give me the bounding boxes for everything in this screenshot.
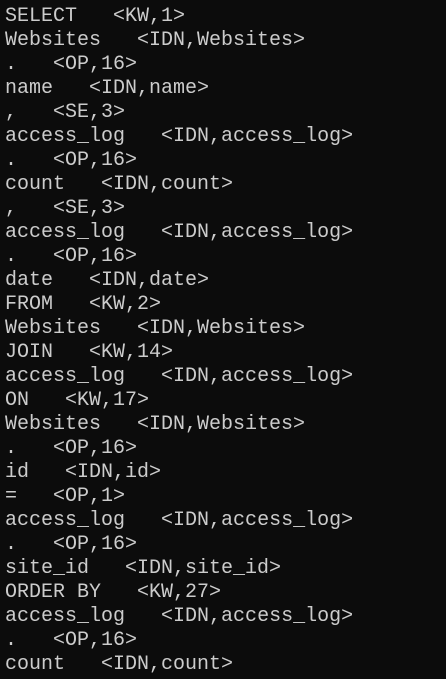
- token-info: <OP,16>: [53, 533, 138, 556]
- token-info: <KW,2>: [89, 293, 162, 316]
- token-text: access_log: [5, 365, 126, 388]
- token-info: <KW,27>: [137, 581, 222, 604]
- token-line: . <OP,16>: [5, 629, 353, 653]
- token-line: . <OP,16>: [5, 437, 353, 461]
- token-info: <IDN,Websites>: [137, 413, 306, 436]
- token-text: .: [5, 629, 18, 652]
- token-text: id: [5, 461, 30, 484]
- token-text: ON: [5, 389, 30, 412]
- token-info: <SE,3>: [53, 101, 126, 124]
- token-info: <SE,3>: [53, 197, 126, 220]
- token-info: <IDN,access_log>: [161, 221, 354, 244]
- token-line: ON <KW,17>: [5, 389, 353, 413]
- token-info: <IDN,site_id>: [125, 557, 282, 580]
- token-info: <IDN,access_log>: [161, 509, 354, 532]
- token-line: FROM <KW,2>: [5, 293, 353, 317]
- token-text: count: [5, 653, 66, 676]
- token-text: .: [5, 533, 18, 556]
- token-text: Websites: [5, 413, 102, 436]
- token-line: . <OP,16>: [5, 53, 353, 77]
- token-line: , <SE,3>: [5, 101, 353, 125]
- token-text: .: [5, 53, 18, 76]
- token-info: <IDN,id>: [65, 461, 162, 484]
- token-text: FROM: [5, 293, 54, 316]
- token-line: . <OP,16>: [5, 245, 353, 269]
- token-info: <IDN,count>: [101, 173, 234, 196]
- token-text: count: [5, 173, 66, 196]
- token-text: SELECT: [5, 5, 78, 28]
- token-line: = <OP,1>: [5, 485, 353, 509]
- token-line: site_id <IDN,site_id>: [5, 557, 353, 581]
- terminal-output: SELECT <KW,1> Websites <IDN,Websites>. <O…: [5, 5, 353, 677]
- token-info: <OP,1>: [53, 485, 126, 508]
- token-info: <IDN,count>: [101, 653, 234, 676]
- token-text: ,: [5, 197, 18, 220]
- token-text: .: [5, 437, 18, 460]
- token-info: <IDN,name>: [89, 77, 210, 100]
- token-info: <IDN,access_log>: [161, 125, 354, 148]
- token-text: JOIN: [5, 341, 54, 364]
- token-info: <IDN,Websites>: [137, 317, 306, 340]
- token-line: id <IDN,id>: [5, 461, 353, 485]
- token-line: . <OP,16>: [5, 149, 353, 173]
- token-line: access_log <IDN,access_log>: [5, 509, 353, 533]
- token-line: , <SE,3>: [5, 197, 353, 221]
- token-line: Websites <IDN,Websites>: [5, 317, 353, 341]
- token-line: access_log <IDN,access_log>: [5, 365, 353, 389]
- token-line: count <IDN,count>: [5, 653, 353, 677]
- token-info: <OP,16>: [53, 245, 138, 268]
- token-info: <OP,16>: [53, 437, 138, 460]
- token-line: access_log <IDN,access_log>: [5, 605, 353, 629]
- token-line: name <IDN,name>: [5, 77, 353, 101]
- token-info: <OP,16>: [53, 53, 138, 76]
- token-text: ,: [5, 101, 18, 124]
- token-line: count <IDN,count>: [5, 173, 353, 197]
- token-text: access_log: [5, 125, 126, 148]
- token-text: =: [5, 485, 18, 508]
- token-line: . <OP,16>: [5, 533, 353, 557]
- token-info: <IDN,Websites>: [137, 29, 306, 52]
- token-info: <KW,17>: [65, 389, 150, 412]
- token-info: <IDN,date>: [89, 269, 210, 292]
- token-info: <KW,1>: [113, 5, 186, 28]
- token-info: <OP,16>: [53, 149, 138, 172]
- token-info: <IDN,access_log>: [161, 605, 354, 628]
- token-line: Websites <IDN,Websites>: [5, 413, 353, 437]
- token-line: JOIN <KW,14>: [5, 341, 353, 365]
- token-line: ORDER BY <KW,27>: [5, 581, 353, 605]
- token-text: .: [5, 245, 18, 268]
- token-line: access_log <IDN,access_log>: [5, 221, 353, 245]
- token-info: <OP,16>: [53, 629, 138, 652]
- token-line: SELECT <KW,1>: [5, 5, 353, 29]
- token-info: <KW,14>: [89, 341, 174, 364]
- token-text: Websites: [5, 317, 102, 340]
- token-line: date <IDN,date>: [5, 269, 353, 293]
- token-line: access_log <IDN,access_log>: [5, 125, 353, 149]
- token-line: Websites <IDN,Websites>: [5, 29, 353, 53]
- token-text: site_id: [5, 557, 90, 580]
- token-text: ORDER BY: [5, 581, 102, 604]
- token-text: Websites: [5, 29, 102, 52]
- token-text: .: [5, 149, 18, 172]
- token-text: access_log: [5, 221, 126, 244]
- token-text: date: [5, 269, 54, 292]
- token-text: name: [5, 77, 54, 100]
- token-info: <IDN,access_log>: [161, 365, 354, 388]
- token-text: access_log: [5, 605, 126, 628]
- token-text: access_log: [5, 509, 126, 532]
